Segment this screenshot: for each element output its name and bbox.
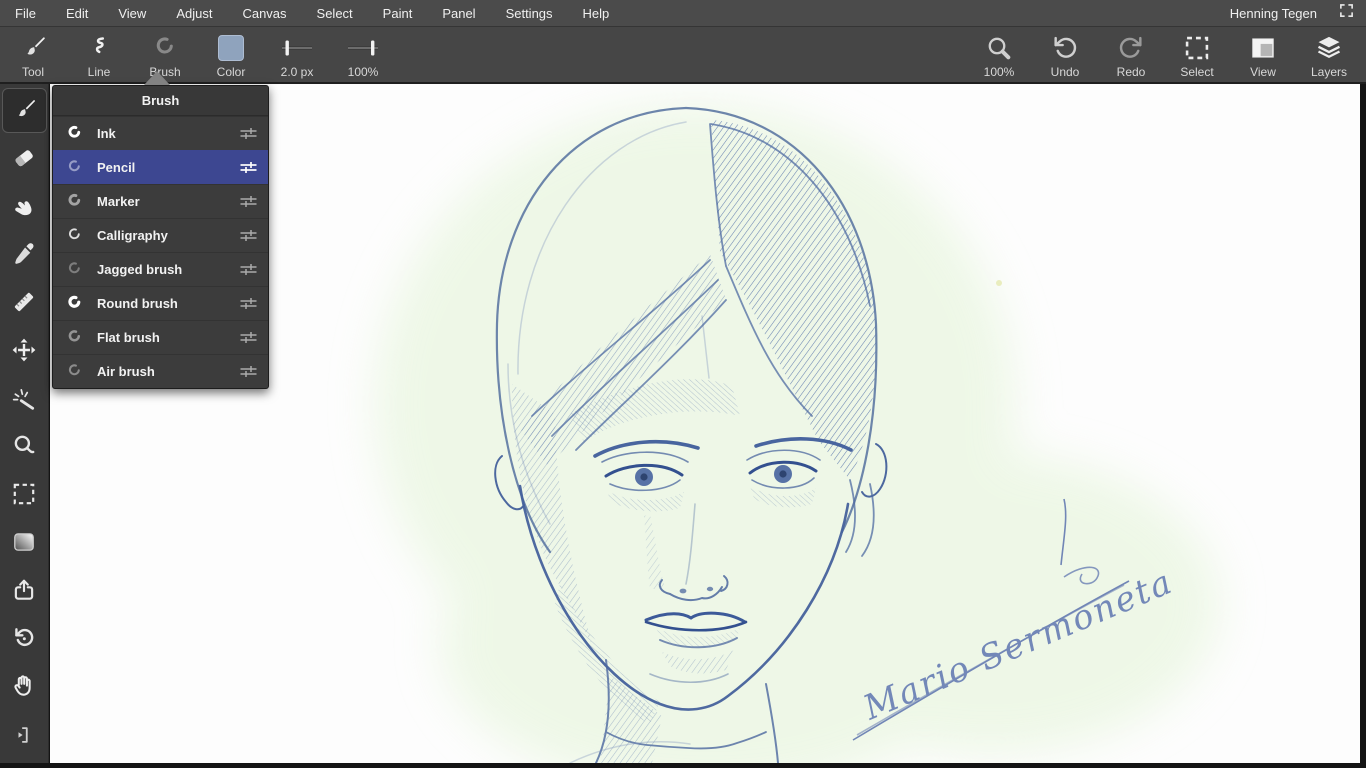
tool-eyedropper[interactable] — [0, 230, 48, 278]
toolbar-view-label: View — [1250, 65, 1276, 79]
tool-zoom[interactable] — [0, 422, 48, 470]
stray-dot — [996, 280, 1002, 286]
tool-export[interactable] — [0, 566, 48, 614]
toolbar-select[interactable]: Select — [1164, 27, 1230, 82]
toolbar-line-label: Line — [88, 65, 111, 79]
magnifier-icon — [985, 33, 1013, 63]
toolbar-undo-label: Undo — [1051, 65, 1080, 79]
tool-smudge[interactable] — [0, 182, 48, 230]
brush-item-ink[interactable]: Ink — [53, 116, 268, 150]
brush-panel-title: Brush — [53, 86, 268, 116]
toolbar-color-label: Color — [217, 65, 246, 79]
brush-swirl-icon — [63, 362, 85, 381]
toolbar-stroke-width-label: 2.0 px — [281, 65, 314, 79]
tool-gradient[interactable] — [0, 518, 48, 566]
brush-item-flat[interactable]: Flat brush — [53, 320, 268, 354]
toolbar-redo-label: Redo — [1117, 65, 1146, 79]
paintbrush-icon — [19, 33, 47, 63]
brush-swirl-icon — [63, 192, 85, 211]
layers-stack-icon — [1315, 33, 1343, 63]
menu-select[interactable]: Select — [302, 0, 368, 27]
undo-arrow-icon — [1051, 33, 1079, 63]
brush-item-pencil[interactable]: Pencil — [53, 150, 268, 184]
menu-file[interactable]: File — [0, 0, 51, 27]
toolbar-zoom-level[interactable]: 100% — [966, 27, 1032, 82]
toolbar-opacity-label: 100% — [348, 65, 379, 79]
fullscreen-icon[interactable] — [1339, 3, 1354, 23]
user-name: Henning Tegen — [1230, 6, 1317, 21]
slider-handle-left-icon — [277, 33, 317, 63]
brush-settings-icon[interactable] — [236, 329, 258, 346]
toolbar-select-label: Select — [1180, 65, 1213, 79]
dashed-rect-icon — [1183, 33, 1211, 63]
brush-settings-icon[interactable] — [236, 193, 258, 210]
toolbar-zoom-level-label: 100% — [984, 65, 1015, 79]
menu-settings[interactable]: Settings — [491, 0, 568, 27]
menu-adjust[interactable]: Adjust — [161, 0, 227, 27]
panel-window-icon — [1249, 33, 1277, 63]
brush-panel: Brush Ink Pencil — [52, 85, 269, 389]
brush-swirl-icon — [63, 260, 85, 279]
menu-view[interactable]: View — [103, 0, 161, 27]
tool-eraser[interactable] — [0, 134, 48, 182]
brush-swirl-icon — [151, 33, 179, 63]
slider-handle-right-icon — [343, 33, 383, 63]
brush-item-air[interactable]: Air brush — [53, 354, 268, 388]
brush-settings-icon[interactable] — [236, 125, 258, 142]
tool-ruler[interactable] — [0, 278, 48, 326]
toolbar-stroke-width[interactable]: 2.0 px — [264, 27, 330, 82]
brush-settings-icon[interactable] — [236, 363, 258, 380]
tool-magic-wand[interactable] — [0, 374, 48, 422]
toolbar-color[interactable]: Color — [198, 27, 264, 82]
brush-swirl-icon — [63, 124, 85, 143]
brush-swirl-icon — [63, 158, 85, 177]
tool-sidebar — [0, 84, 49, 763]
redo-arrow-icon — [1117, 33, 1145, 63]
toolbar-tool[interactable]: Tool — [0, 27, 66, 82]
brush-swirl-icon — [63, 294, 85, 313]
toolbar-line[interactable]: Line — [66, 27, 132, 82]
menu-canvas[interactable]: Canvas — [227, 0, 301, 27]
brush-dropdown-pointer — [144, 71, 170, 85]
menu-edit[interactable]: Edit — [51, 0, 103, 27]
brush-swirl-icon — [63, 328, 85, 347]
toolbar-view[interactable]: View — [1230, 27, 1296, 82]
menu-panel[interactable]: Panel — [427, 0, 490, 27]
tool-paintbrush[interactable] — [0, 86, 48, 134]
brush-swirl-icon — [63, 226, 85, 245]
brush-item-round[interactable]: Round brush — [53, 286, 268, 320]
app-window: File Edit View Adjust Canvas Select Pain… — [0, 0, 1366, 768]
toolbar-undo[interactable]: Undo — [1032, 27, 1098, 82]
toolbar-redo[interactable]: Redo — [1098, 27, 1164, 82]
squiggle-line-icon — [86, 33, 112, 63]
brush-item-marker[interactable]: Marker — [53, 184, 268, 218]
tool-rect-select[interactable] — [0, 470, 48, 518]
brush-settings-icon[interactable] — [236, 295, 258, 312]
tool-rotate[interactable] — [0, 614, 48, 662]
brush-item-calligraphy[interactable]: Calligraphy — [53, 218, 268, 252]
color-swatch — [218, 35, 244, 61]
menu-help[interactable]: Help — [568, 0, 625, 27]
menu-bar: File Edit View Adjust Canvas Select Pain… — [0, 0, 1366, 27]
brush-settings-icon[interactable] — [236, 159, 258, 176]
tool-move[interactable] — [0, 326, 48, 374]
brush-settings-icon[interactable] — [236, 261, 258, 278]
brush-settings-icon[interactable] — [236, 227, 258, 244]
tool-exit[interactable] — [0, 711, 48, 759]
menu-paint[interactable]: Paint — [368, 0, 428, 27]
toolbar-opacity[interactable]: 100% — [330, 27, 396, 82]
brush-item-jagged[interactable]: Jagged brush — [53, 252, 268, 286]
toolbar-layers-label: Layers — [1311, 65, 1347, 79]
toolbar: Tool Line Brush — [0, 27, 1366, 84]
tool-hand[interactable] — [0, 662, 48, 710]
toolbar-tool-label: Tool — [22, 65, 44, 79]
toolbar-layers[interactable]: Layers — [1296, 27, 1362, 82]
